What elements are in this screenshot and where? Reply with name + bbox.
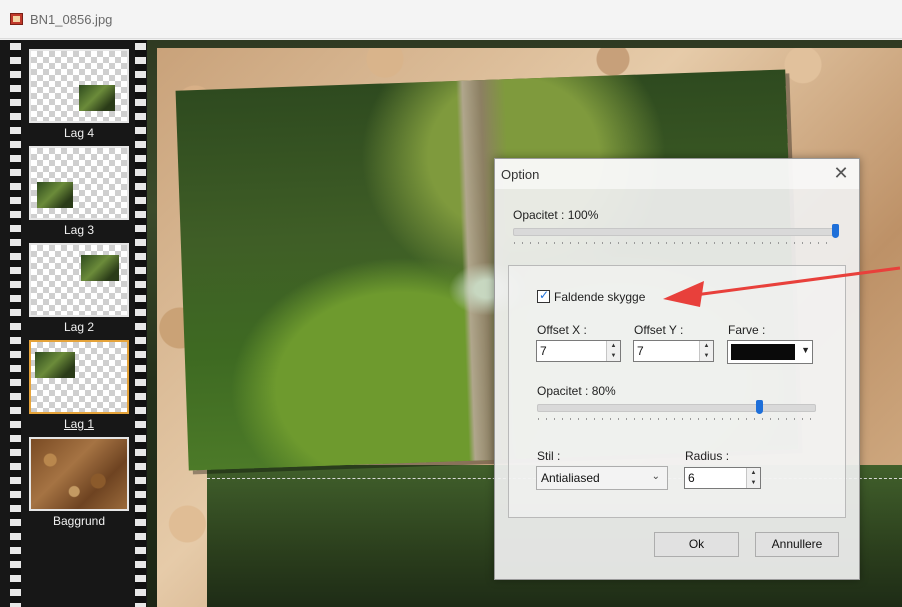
shadow-opacity-slider[interactable] bbox=[537, 400, 816, 414]
spin-up-icon[interactable]: ▲ bbox=[700, 341, 713, 351]
layer-label: Baggrund bbox=[52, 514, 106, 528]
color-label: Farve : bbox=[728, 323, 766, 337]
style-label: Stil : bbox=[537, 449, 561, 463]
layer-label: Lag 2 bbox=[63, 320, 95, 334]
window-title: BN1_0856.jpg bbox=[30, 12, 113, 27]
layer-item-baggrund[interactable]: Baggrund bbox=[29, 437, 129, 528]
offset-x-label: Offset X : bbox=[537, 323, 587, 337]
layers-panel: Lag 4 Lag 3 Lag 2 Lag 1 Baggrund bbox=[0, 40, 147, 607]
style-select[interactable]: Antialiased ⌄ bbox=[536, 466, 668, 490]
style-select-value: Antialiased bbox=[541, 471, 600, 485]
layer-thumbnail[interactable] bbox=[29, 243, 129, 317]
layer-item-lag-2[interactable]: Lag 2 bbox=[29, 243, 129, 334]
opacity-slider-ticks bbox=[514, 242, 834, 244]
layer-item-lag-1[interactable]: Lag 1 bbox=[29, 340, 129, 431]
offset-y-stepper[interactable]: 7 ▲ ▼ bbox=[633, 340, 714, 362]
shadow-opacity-ticks bbox=[538, 418, 813, 420]
dialog-titlebar: Option ✕ bbox=[495, 159, 859, 189]
offset-x-value: 7 bbox=[540, 344, 547, 358]
spin-up-icon[interactable]: ▲ bbox=[607, 341, 620, 351]
opacity-slider[interactable] bbox=[513, 224, 839, 238]
shadow-opacity-label: Opacitet : 80% bbox=[537, 384, 616, 398]
offset-y-value: 7 bbox=[637, 344, 644, 358]
opacity-slider-thumb[interactable] bbox=[832, 224, 839, 238]
spin-down-icon[interactable]: ▼ bbox=[700, 351, 713, 361]
radius-label: Radius : bbox=[685, 449, 730, 463]
window-titlebar: BN1_0856.jpg bbox=[0, 0, 902, 39]
chevron-down-icon: ⌄ bbox=[651, 471, 660, 482]
drop-shadow-checkbox[interactable] bbox=[537, 288, 550, 303]
cancel-button[interactable]: Annullere bbox=[755, 532, 839, 557]
shadow-opacity-slider-thumb[interactable] bbox=[755, 400, 763, 414]
film-sprocket-right bbox=[135, 40, 146, 607]
layer-item-lag-4[interactable]: Lag 4 bbox=[29, 49, 129, 140]
dialog-title: Option bbox=[501, 167, 540, 182]
offset-x-stepper[interactable]: 7 ▲ ▼ bbox=[536, 340, 621, 362]
layer-thumbnail[interactable] bbox=[29, 340, 129, 414]
offset-y-label: Offset Y : bbox=[634, 323, 684, 337]
layer-label: Lag 4 bbox=[63, 126, 95, 140]
color-swatch bbox=[731, 344, 795, 360]
layer-label: Lag 3 bbox=[63, 223, 95, 237]
radius-value: 6 bbox=[688, 471, 695, 485]
ok-button[interactable]: Ok bbox=[654, 532, 739, 557]
layer-thumbnail[interactable] bbox=[29, 49, 129, 123]
layer-item-lag-3[interactable]: Lag 3 bbox=[29, 146, 129, 237]
spin-down-icon[interactable]: ▼ bbox=[607, 351, 620, 361]
drop-shadow-label: Faldende skygge bbox=[554, 290, 646, 304]
layer-thumbnail[interactable] bbox=[29, 437, 129, 511]
film-sprocket-left bbox=[10, 40, 21, 607]
spin-down-icon[interactable]: ▼ bbox=[747, 478, 760, 488]
opacity-label: Opacitet : 100% bbox=[513, 208, 599, 222]
image-file-icon bbox=[10, 13, 23, 25]
chevron-down-icon: ▼ bbox=[801, 345, 810, 355]
spin-up-icon[interactable]: ▲ bbox=[747, 468, 760, 478]
layer-label: Lag 1 bbox=[63, 417, 95, 431]
close-icon[interactable]: ✕ bbox=[831, 163, 851, 184]
shadow-color-picker[interactable]: ▼ bbox=[727, 340, 813, 364]
radius-stepper[interactable]: 6 ▲ ▼ bbox=[684, 467, 761, 489]
layer-thumbnail[interactable] bbox=[29, 146, 129, 220]
